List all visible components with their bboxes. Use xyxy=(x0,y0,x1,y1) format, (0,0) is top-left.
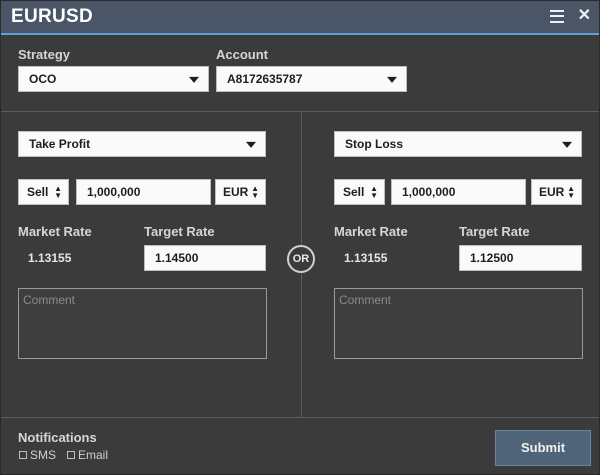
right-comment-textarea[interactable]: Comment xyxy=(334,288,583,359)
right-amount-input[interactable]: 1,000,000 xyxy=(391,179,526,205)
order-window: EURUSD ✕ Strategy OCO Account A817263578… xyxy=(0,0,600,475)
window-title: EURUSD xyxy=(11,6,94,27)
chevron-down-icon xyxy=(562,141,572,148)
chevron-down-icon xyxy=(387,76,397,83)
sms-checkbox-label: SMS xyxy=(30,448,57,462)
right-target-rate-value: 1.12500 xyxy=(470,251,514,265)
left-target-rate-value: 1.14500 xyxy=(155,251,199,265)
left-order-type-value: Take Profit xyxy=(29,137,91,151)
left-currency-select[interactable]: EUR ▲ ▼ xyxy=(215,179,266,205)
strategy-select[interactable]: OCO xyxy=(18,66,209,92)
account-label: Account xyxy=(216,47,268,62)
left-comment-placeholder: Comment xyxy=(23,293,76,307)
title-bar: EURUSD ✕ xyxy=(1,1,599,35)
submit-button[interactable]: Submit xyxy=(495,430,591,466)
divider-bottom xyxy=(1,417,599,418)
right-amount-value: 1,000,000 xyxy=(402,185,456,199)
left-comment-textarea[interactable]: Comment xyxy=(18,288,267,359)
email-checkbox[interactable]: Email xyxy=(67,448,108,462)
notifications-label: Notifications xyxy=(18,430,97,445)
right-target-rate-input[interactable]: 1.12500 xyxy=(459,245,582,271)
strategy-value: OCO xyxy=(29,72,57,86)
left-target-rate-input[interactable]: 1.14500 xyxy=(144,245,266,271)
updown-arrows-icon: ▲ ▼ xyxy=(54,184,62,200)
or-badge: OR xyxy=(287,245,315,273)
updown-arrows-icon: ▲ ▼ xyxy=(370,184,378,200)
chevron-down-icon xyxy=(246,141,256,148)
sms-checkbox[interactable]: SMS xyxy=(19,448,56,462)
right-side-select[interactable]: Sell ▲ ▼ xyxy=(334,179,385,205)
title-bar-icons: ✕ xyxy=(549,8,591,24)
right-comment-placeholder: Comment xyxy=(339,293,392,307)
left-currency-value: EUR xyxy=(223,185,249,199)
account-select[interactable]: A8172635787 xyxy=(216,66,407,92)
updown-arrows-icon: ▲ ▼ xyxy=(567,184,575,200)
left-amount-value: 1,000,000 xyxy=(87,185,141,199)
hamburger-menu-icon[interactable] xyxy=(549,9,564,23)
divider-top xyxy=(1,111,599,112)
right-market-rate-label: Market Rate xyxy=(334,224,408,239)
right-currency-select[interactable]: EUR ▲ ▼ xyxy=(531,179,582,205)
strategy-label: Strategy xyxy=(18,47,71,62)
left-market-rate-label: Market Rate xyxy=(18,224,92,239)
left-order-type-select[interactable]: Take Profit xyxy=(18,131,266,157)
right-target-rate-label: Target Rate xyxy=(459,224,530,239)
right-side-value: Sell xyxy=(343,185,365,199)
left-side-select[interactable]: Sell ▲ ▼ xyxy=(18,179,69,205)
right-order-type-select[interactable]: Stop Loss xyxy=(334,131,582,157)
right-market-rate-value: 1.13155 xyxy=(344,251,388,265)
left-market-rate-value: 1.13155 xyxy=(28,251,72,265)
account-value: A8172635787 xyxy=(227,72,303,86)
close-icon[interactable]: ✕ xyxy=(578,8,591,24)
chevron-down-icon xyxy=(189,76,199,83)
right-currency-value: EUR xyxy=(539,185,565,199)
left-amount-input[interactable]: 1,000,000 xyxy=(76,179,211,205)
left-target-rate-label: Target Rate xyxy=(144,224,215,239)
left-side-value: Sell xyxy=(27,185,49,199)
right-order-type-value: Stop Loss xyxy=(345,137,404,151)
updown-arrows-icon: ▲ ▼ xyxy=(251,184,259,200)
sms-checkbox-box[interactable] xyxy=(19,451,27,459)
email-checkbox-label: Email xyxy=(78,448,109,462)
email-checkbox-box[interactable] xyxy=(67,451,75,459)
